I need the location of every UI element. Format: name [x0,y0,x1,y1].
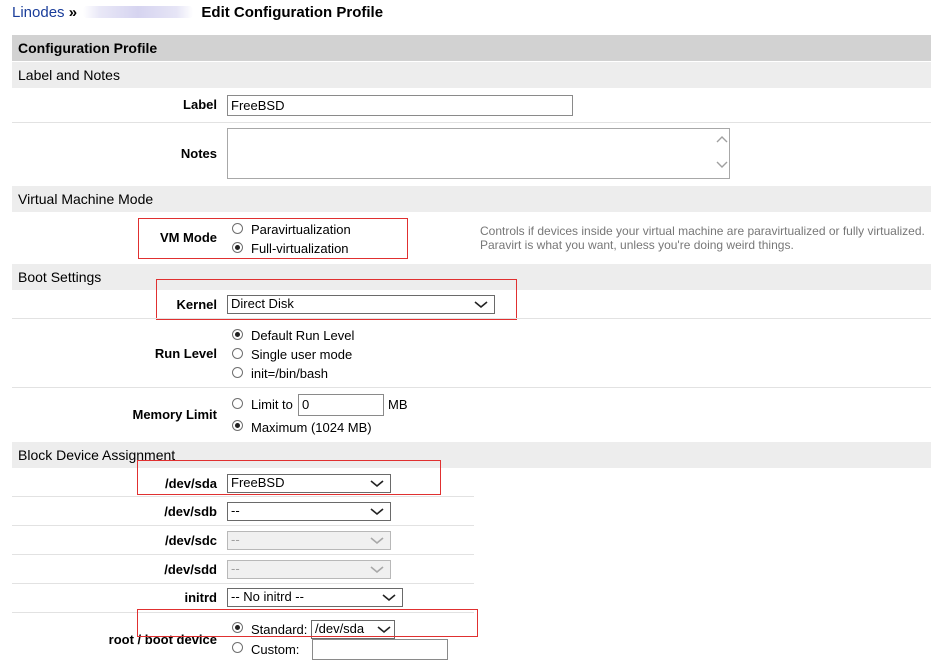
scroll-down-icon[interactable] [716,160,728,171]
memory-limit-input[interactable]: 0 [298,394,384,416]
single-user-mode-option-label[interactable]: Single user mode [251,347,352,362]
label-field-label: Label [183,97,217,112]
divider [12,525,474,526]
dev-sdb-select-value: -- [231,503,240,518]
dev-sdc-label: /dev/sdc [164,533,217,548]
memory-unit-label: MB [388,397,408,412]
highlight-box-root-device [137,609,478,637]
dev-sda-select[interactable]: FreeBSD [227,474,391,493]
vm-mode-help-line-2: Paravirt is what you want, unless you're… [480,238,794,252]
chevron-down-icon [474,301,488,309]
dev-sdd-select-value: -- [231,561,240,576]
initrd-select-value: -- No initrd -- [231,589,304,604]
default-run-level-option-label[interactable]: Default Run Level [251,328,354,343]
kernel-label: Kernel [176,297,217,312]
dev-sdc-select-value: -- [231,532,240,547]
divider [12,583,474,584]
memory-limit-label: Memory Limit [132,407,217,422]
root-custom-option-label[interactable]: Custom: [251,642,299,657]
init-bin-bash-option-label[interactable]: init=/bin/bash [251,366,328,381]
breadcrumb: Linodes » Edit Configuration Profile [12,4,383,21]
dev-sda-label: /dev/sda [164,476,217,491]
breadcrumb-separator: » [68,4,78,21]
full-virtualization-radio[interactable] [232,242,243,253]
chevron-down-icon [370,537,384,545]
kernel-select[interactable]: Direct Disk [227,295,495,314]
default-run-level-radio[interactable] [232,329,243,340]
page-title: Edit Configuration Profile [201,4,384,21]
chevron-down-icon [370,508,384,516]
redacted-linode-name [83,6,194,19]
section-header-configuration-profile: Configuration Profile [12,35,931,61]
full-virtualization-option-label[interactable]: Full-virtualization [251,241,349,256]
section-label-and-notes: Label and Notes [12,62,931,88]
init-bin-bash-radio[interactable] [232,367,243,378]
dev-sdc-select: -- [227,531,391,550]
breadcrumb-linodes-link[interactable]: Linodes [12,4,65,21]
limit-to-radio[interactable] [232,398,243,409]
divider [12,318,931,319]
limit-to-option-label[interactable]: Limit to [251,397,293,412]
dev-sdb-label: /dev/sdb [164,504,217,519]
kernel-select-value: Direct Disk [231,296,294,311]
chevron-down-icon [370,566,384,574]
initrd-select[interactable]: -- No initrd -- [227,588,403,607]
divider [12,387,931,388]
maximum-memory-radio[interactable] [232,420,243,431]
dev-sdd-label: /dev/sdd [164,562,217,577]
chevron-down-icon [370,480,384,488]
paravirtualization-option-label[interactable]: Paravirtualization [251,222,351,237]
paravirtualization-radio[interactable] [232,223,243,234]
label-input[interactable]: FreeBSD [227,95,573,116]
section-virtual-machine-mode: Virtual Machine Mode [12,186,931,212]
vm-mode-help-line-1: Controls if devices inside your virtual … [480,224,925,238]
divider [12,122,931,123]
maximum-memory-option-label[interactable]: Maximum (1024 MB) [251,420,372,435]
dev-sdb-select[interactable]: -- [227,502,391,521]
divider [12,554,474,555]
run-level-label: Run Level [154,346,217,361]
divider [12,496,474,497]
single-user-mode-radio[interactable] [232,348,243,359]
dev-sda-select-value: FreeBSD [231,475,285,490]
chevron-down-icon [382,594,396,602]
notes-textarea[interactable] [227,128,730,179]
root-custom-radio[interactable] [232,642,243,653]
scroll-up-icon[interactable] [716,135,728,146]
root-custom-input[interactable] [312,639,448,660]
initrd-label: initrd [184,590,218,605]
vm-mode-label: VM Mode [159,230,217,245]
notes-field-label: Notes [180,146,217,161]
dev-sdd-select: -- [227,560,391,579]
